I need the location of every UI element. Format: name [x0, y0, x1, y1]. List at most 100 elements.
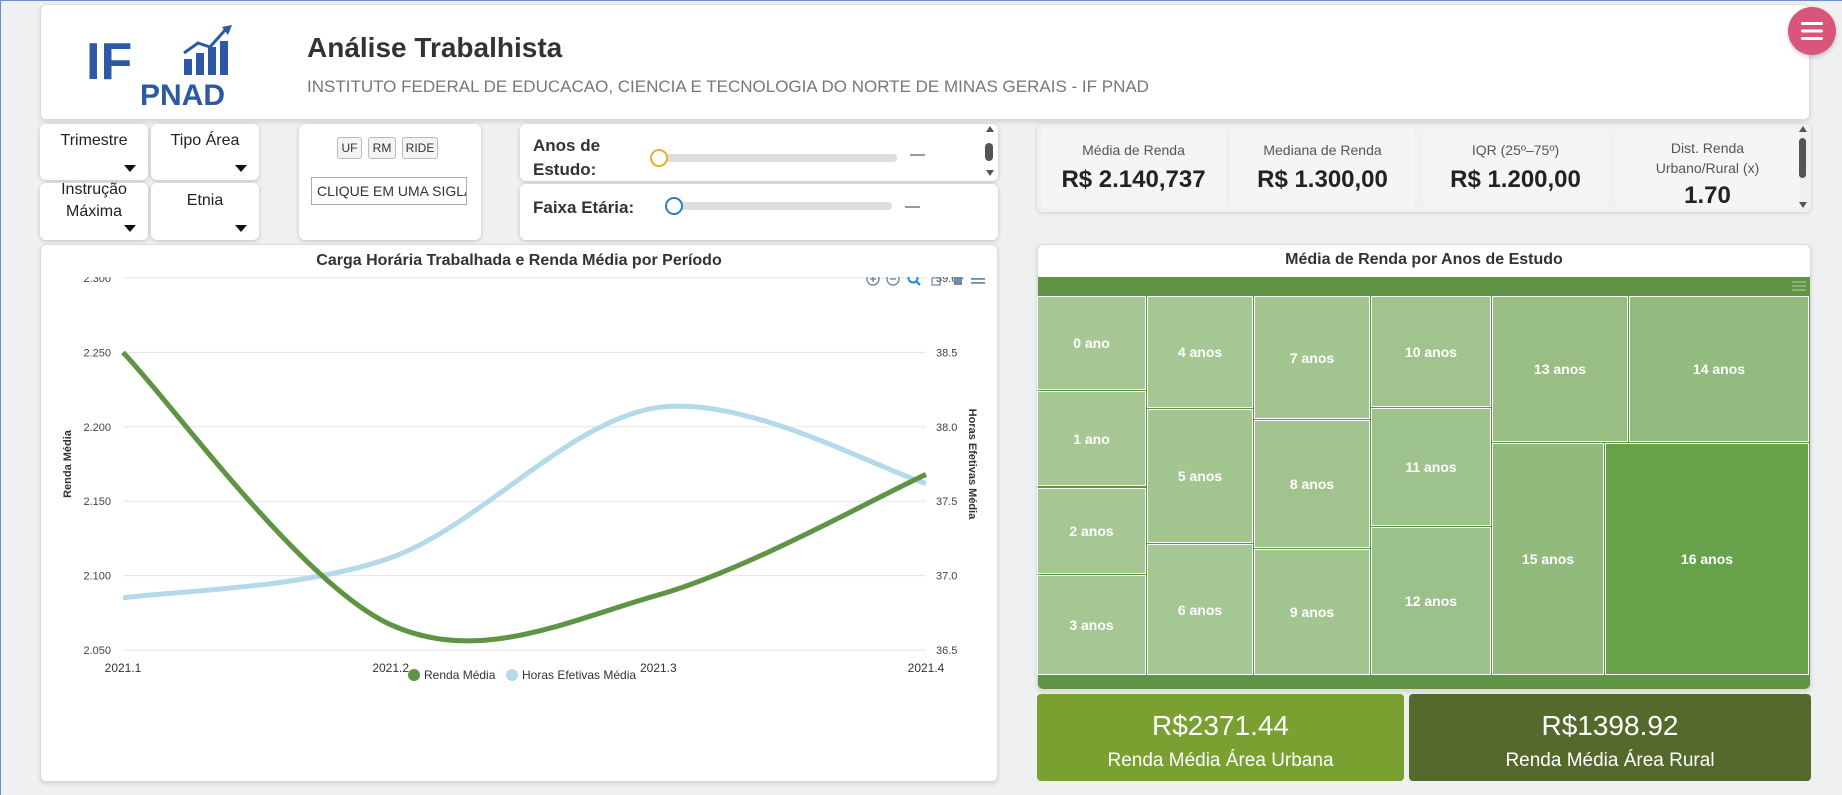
kpi-iqr: IQR (25º–75º) R$ 1.200,00: [1423, 128, 1608, 208]
header-bar: IF PNAD Análise Trabalhista INSTITUTO FE…: [40, 4, 1810, 120]
ride-button[interactable]: RIDE: [402, 137, 438, 159]
legend-marker-horas-efetivas: [506, 669, 518, 681]
tipo-area-label: Tipo Área: [170, 132, 240, 149]
y-right-tick-label: 38.5: [936, 347, 957, 359]
uf-button[interactable]: UF: [337, 137, 362, 159]
y-tick-label: 2.100: [83, 571, 111, 583]
renda-urbana-value: R$2371.44: [1151, 710, 1289, 741]
instrucao-label-line1: Instrução: [61, 181, 127, 198]
rm-button[interactable]: RM: [368, 137, 396, 159]
menu-icon[interactable]: [1792, 281, 1806, 291]
treemap-tile[interactable]: 5 anos: [1147, 409, 1253, 543]
treemap-tile[interactable]: 13 anos: [1492, 296, 1628, 442]
y-right-tick-label: 37.5: [936, 496, 957, 508]
kpi-value: 1.70: [1684, 182, 1731, 209]
series-line-renda-media: [121, 350, 928, 644]
anos-estudo-slider-card: Anos de Estudo: —: [520, 124, 998, 181]
treemap-tile[interactable]: 3 anos: [1037, 575, 1146, 675]
etnia-dropdown[interactable]: Etnia: [151, 183, 259, 240]
anos-estudo-slider-handle[interactable]: [650, 149, 668, 167]
chevron-down-icon: [235, 225, 247, 232]
treemap-tile[interactable]: 1 ano: [1037, 391, 1146, 486]
treemap-tile[interactable]: 14 anos: [1629, 296, 1809, 442]
treemap-tile[interactable]: 9 anos: [1254, 549, 1370, 675]
treemap-tile[interactable]: 10 anos: [1371, 296, 1491, 407]
kpi-label-line1: Dist. Renda: [1670, 140, 1745, 156]
y-axis-title: Renda Média: [62, 429, 74, 498]
kpi-value: R$ 1.200,00: [1450, 166, 1581, 193]
line-chart: 2.3002.2502.2002.1502.1002.05039.038.538…: [62, 277, 985, 682]
sigla-selector: UF RM RIDE: [299, 124, 481, 240]
kpi-label: Média de Renda: [1082, 142, 1185, 158]
anos-estudo-slider-track[interactable]: [657, 154, 897, 162]
kpi-dist-renda: Dist. Renda Urbano/Rural (x) 1.70: [1615, 128, 1800, 209]
treemap-tile[interactable]: 16 anos: [1605, 443, 1809, 675]
trimestre-dropdown[interactable]: Trimestre: [40, 124, 148, 180]
kpi-label: Mediana de Renda: [1263, 142, 1382, 158]
if-pnad-logo: IF PNAD: [86, 25, 246, 112]
chevron-down-icon: [235, 165, 247, 172]
y-tick-label: 2.300: [83, 277, 111, 285]
faixa-etaria-slider-card: Faixa Etária: —: [520, 184, 998, 240]
treemap-tile[interactable]: 0 ano: [1037, 296, 1146, 390]
treemap-tile[interactable]: 7 anos: [1254, 296, 1370, 419]
menu-icon[interactable]: [971, 277, 985, 284]
faixa-etaria-slider-track[interactable]: [672, 202, 892, 210]
kpi-value: R$ 1.300,00: [1257, 166, 1388, 193]
renda-rural-label: Renda Média Área Rural: [1505, 750, 1715, 771]
anos-estudo-label-line2: Estudo:: [533, 160, 597, 179]
treemap-card: Média de Renda por Anos de Estudo 0 ano 1…: [1037, 244, 1811, 690]
chevron-down-icon: [124, 225, 136, 232]
kpi-panel: Média de Renda R$ 2.140,737 Mediana de R…: [1037, 124, 1811, 212]
scrollbar[interactable]: [983, 126, 995, 178]
treemap-title: Média de Renda por Anos de Estudo: [1285, 251, 1563, 268]
y-tick-label: 2.250: [83, 347, 111, 359]
renda-rural-card: R$1398.92 Renda Média Área Rural: [1409, 694, 1811, 781]
renda-urbana-label: Renda Média Área Urbana: [1107, 750, 1334, 771]
legend-label-horas-efetivas: Horas Efetivas Média: [522, 668, 636, 682]
page-subtitle: INSTITUTO FEDERAL DE EDUCACAO, CIENCIA E…: [307, 77, 1149, 96]
kpi-label-line2: Urbano/Rural (x): [1655, 160, 1760, 176]
y-right-axis-title: Horas Efetivas Média: [966, 409, 978, 521]
sigla-input[interactable]: [311, 177, 467, 205]
legend-marker-renda-media: [408, 669, 420, 681]
page-title: Análise Trabalhista: [307, 32, 563, 63]
treemap-tile[interactable]: 8 anos: [1254, 420, 1370, 548]
chevron-down-icon: [124, 165, 136, 172]
scrollbar[interactable]: [1797, 126, 1809, 210]
treemap-tile[interactable]: 15 anos: [1492, 443, 1604, 675]
renda-urbana-card: R$2371.44 Renda Média Área Urbana: [1037, 694, 1404, 781]
hamburger-menu-button[interactable]: [1788, 7, 1836, 55]
treemap-tile[interactable]: 12 anos: [1371, 527, 1491, 675]
renda-rural-value: R$1398.92: [1541, 710, 1679, 741]
line-chart-card: Carga Horária Trabalhada e Renda Média p…: [40, 244, 998, 782]
etnia-label: Etnia: [186, 192, 224, 209]
x-tick-label: 2021.4: [908, 661, 945, 675]
treemap-tile[interactable]: 2 anos: [1037, 488, 1146, 574]
tipo-area-dropdown[interactable]: Tipo Área: [151, 124, 259, 180]
instrucao-label-line2: Máxima: [65, 203, 122, 220]
treemap-tile[interactable]: 6 anos: [1147, 544, 1253, 675]
faixa-etaria-label: Faixa Etária:: [533, 198, 635, 217]
instrucao-maxima-dropdown[interactable]: Instrução Máxima: [40, 181, 148, 240]
faixa-etaria-slider-handle[interactable]: [665, 197, 683, 215]
y-tick-label: 2.150: [83, 496, 111, 508]
hamburger-menu-icon: [1801, 22, 1823, 40]
svg-text:PNAD: PNAD: [140, 79, 225, 107]
y-right-tick-label: 38.0: [936, 422, 957, 434]
chart-title: Carga Horária Trabalhada e Renda Média p…: [316, 252, 722, 269]
y-tick-label: 2.050: [83, 645, 111, 657]
svg-text:IF: IF: [86, 33, 132, 91]
y-right-tick-label: 37.0: [936, 571, 957, 583]
x-tick-label: 2021.3: [640, 661, 677, 675]
treemap-tile[interactable]: 4 anos: [1147, 296, 1253, 408]
kpi-mediana-renda: Mediana de Renda R$ 1.300,00: [1230, 128, 1415, 208]
anos-estudo-label-line1: Anos de: [533, 136, 601, 155]
series-line-horas-efetivas: [122, 403, 927, 601]
kpi-media-renda: Média de Renda R$ 2.140,737: [1041, 128, 1226, 208]
y-right-tick-label: 36.5: [936, 645, 957, 657]
y-tick-label: 2.200: [83, 422, 111, 434]
treemap-tile[interactable]: 11 anos: [1371, 408, 1491, 526]
x-tick-label: 2021.1: [105, 661, 142, 675]
kpi-label: IQR (25º–75º): [1471, 142, 1560, 158]
